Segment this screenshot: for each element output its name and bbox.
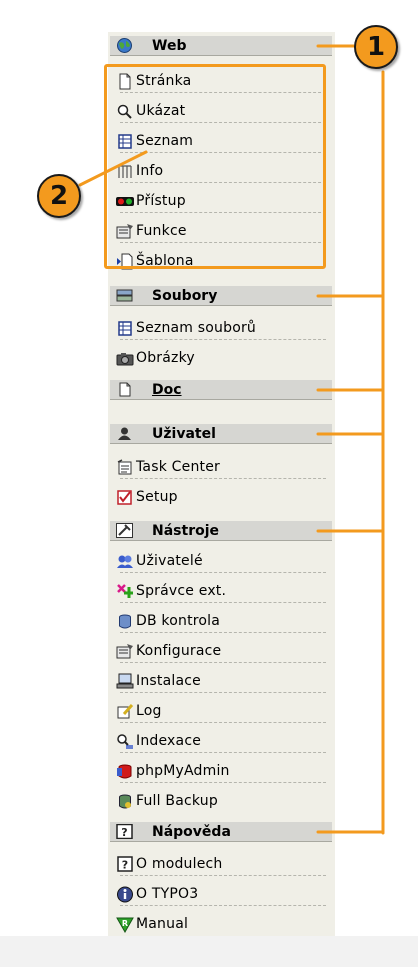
menu-item-label: O TYPO3 <box>136 886 199 902</box>
configuration-icon <box>116 644 133 659</box>
menu-item-label: Manual <box>136 916 189 932</box>
menu-item-label: O modulech <box>136 856 223 872</box>
header-web[interactable]: Web <box>110 36 332 56</box>
header-soubory[interactable]: Soubory <box>110 286 332 306</box>
task-center-icon <box>117 459 132 475</box>
menu-item-full-backup[interactable]: Full Backup <box>110 787 332 817</box>
help-icon: ? <box>116 824 133 839</box>
header-uzivatel-label: Uživatel <box>152 426 216 442</box>
setup-checkbox-icon <box>117 490 132 505</box>
menu-item-o-modulech[interactable]: ? O modulech <box>110 850 332 880</box>
header-doc[interactable]: Doc <box>110 380 332 400</box>
menu-item-label: Log <box>136 703 162 719</box>
tools-icon <box>116 523 133 538</box>
info-circle-icon <box>117 886 133 903</box>
header-nastroje[interactable]: Nástroje <box>110 521 332 541</box>
globe-icon <box>117 38 132 53</box>
menu-item-label: Obrázky <box>136 350 195 366</box>
svg-text:R: R <box>122 919 128 928</box>
document-icon <box>119 382 131 397</box>
install-computer-icon <box>116 673 134 689</box>
menu-item-label: Task Center <box>136 459 220 475</box>
menu-item-log[interactable]: Log <box>110 697 332 727</box>
svg-text:?: ? <box>122 859 128 872</box>
database-icon <box>119 614 131 629</box>
index-search-icon <box>117 734 133 749</box>
backup-icon <box>119 794 131 809</box>
callout-number: 1 <box>366 32 386 62</box>
menu-item-label: Správce ext. <box>136 583 227 599</box>
menu-item-o-typo3[interactable]: O TYPO3 <box>110 880 332 910</box>
menu-item-manual[interactable]: R Manual <box>110 910 332 940</box>
manual-shield-icon: R <box>116 917 134 933</box>
menu-item-phpmyadmin[interactable]: phpMyAdmin <box>110 757 332 787</box>
camera-icon <box>116 353 134 366</box>
bottom-strip <box>0 936 418 967</box>
help-box-icon: ? <box>117 856 133 872</box>
menu-item-task-center[interactable]: Task Center <box>110 453 332 483</box>
menu-item-instalace[interactable]: Instalace <box>110 667 332 697</box>
header-web-label: Web <box>152 38 187 54</box>
log-icon <box>117 704 134 719</box>
menu-item-label: Uživatelé <box>136 553 203 569</box>
menu-item-label: Indexace <box>136 733 202 749</box>
user-icon <box>118 427 131 440</box>
header-doc-label: Doc <box>152 382 182 398</box>
menu-item-label: Konfigurace <box>136 643 222 659</box>
header-napoveda[interactable]: ? Nápověda <box>110 822 332 842</box>
menu-item-indexace[interactable]: Indexace <box>110 727 332 757</box>
header-uzivatel[interactable]: Uživatel <box>110 424 332 444</box>
menu-item-seznam-souboru[interactable]: Seznam souborů <box>110 314 332 344</box>
extension-manager-icon <box>117 584 133 598</box>
menu-item-db-kontrola[interactable]: DB kontrola <box>110 607 332 637</box>
callout-badge-2: 2 <box>37 174 81 218</box>
menu-item-uzivatele[interactable]: Uživatelé <box>110 547 332 577</box>
menu-item-setup[interactable]: Setup <box>110 483 332 513</box>
menu-item-label: DB kontrola <box>136 613 221 629</box>
header-soubory-label: Soubory <box>152 288 218 304</box>
header-napoveda-label: Nápověda <box>152 824 231 840</box>
menu-item-konfigurace[interactable]: Konfigurace <box>110 637 332 667</box>
menu-item-label: phpMyAdmin <box>136 763 230 779</box>
menu-item-label: Setup <box>136 489 178 505</box>
file-list-icon <box>118 321 132 336</box>
svg-text:?: ? <box>121 826 127 839</box>
users-icon <box>117 555 133 568</box>
phpmyadmin-icon <box>117 764 132 779</box>
callout-number: 2 <box>49 181 69 211</box>
menu-item-obrazky[interactable]: Obrázky <box>110 344 332 374</box>
file-server-icon <box>116 289 133 302</box>
menu-item-label: Full Backup <box>136 793 218 809</box>
header-nastroje-label: Nástroje <box>152 523 220 539</box>
callout-badge-1: 1 <box>354 25 398 69</box>
menu-item-label: Seznam souborů <box>136 320 257 336</box>
callout-2-highlight-box <box>104 64 326 269</box>
menu-item-spravce-ext[interactable]: Správce ext. <box>110 577 332 607</box>
menu-item-label: Instalace <box>136 673 201 689</box>
